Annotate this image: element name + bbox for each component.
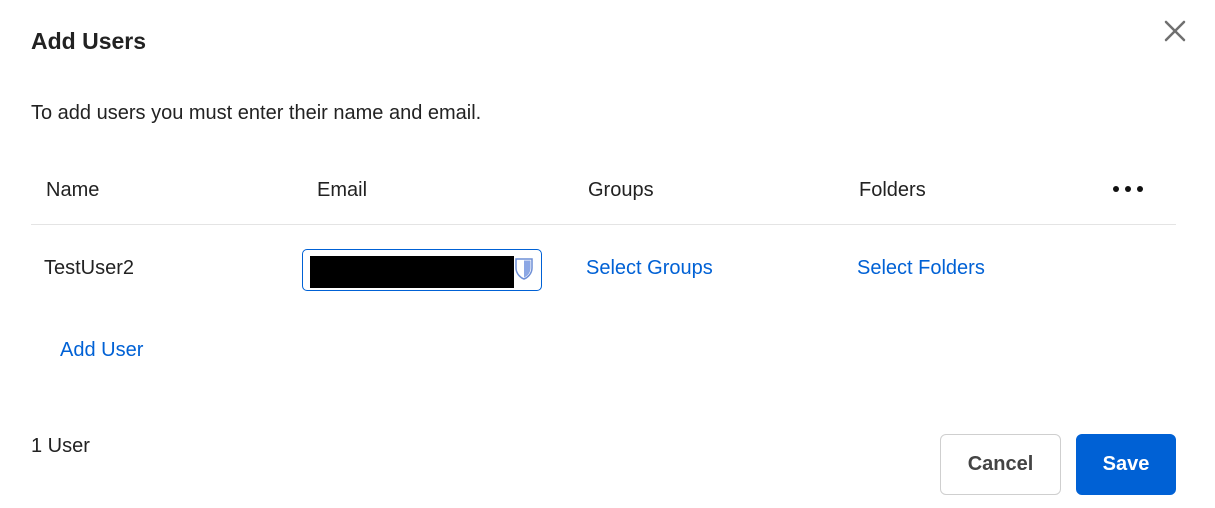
user-count: 1 User [31,435,90,457]
column-header-name: Name [46,179,100,201]
more-horizontal-icon [1113,186,1143,192]
column-header-groups: Groups [588,179,654,201]
add-user-link[interactable]: Add User [60,339,143,362]
select-folders-link[interactable]: Select Folders [857,257,985,280]
table-header: Name Email Groups Folders [31,165,1176,225]
email-field[interactable] [302,249,542,291]
close-button[interactable] [1160,16,1190,46]
email-input[interactable] [310,256,514,288]
table-row: TestUser2 Select Groups Select Folders [31,248,1176,294]
more-options-button[interactable] [1111,179,1149,199]
user-name-cell: TestUser2 [44,257,135,279]
close-icon [1164,20,1186,42]
column-header-folders: Folders [859,179,926,201]
select-groups-link[interactable]: Select Groups [586,257,713,280]
cancel-button[interactable]: Cancel [940,434,1061,495]
save-button[interactable]: Save [1076,434,1176,495]
instructions-text: To add users you must enter their name a… [31,102,482,124]
add-users-dialog: Add Users To add users you must enter th… [0,0,1215,508]
column-header-email: Email [317,179,368,201]
password-manager-shield-icon[interactable] [514,257,534,281]
dialog-title: Add Users [31,28,147,54]
